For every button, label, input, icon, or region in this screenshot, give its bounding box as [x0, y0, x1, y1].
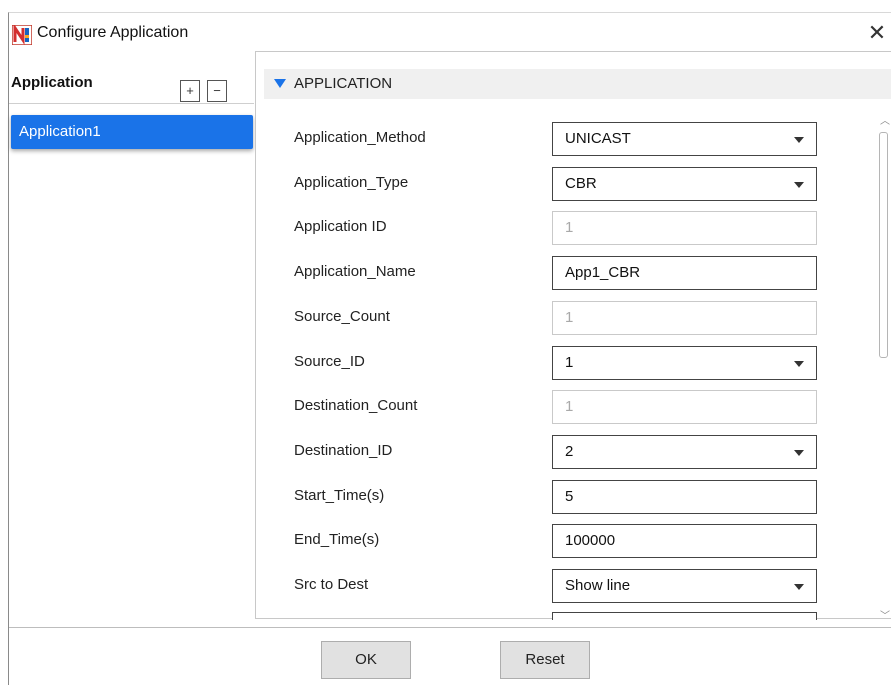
application-section-header[interactable]: APPLICATION — [264, 69, 891, 99]
source-id-value: 1 — [565, 354, 574, 371]
end-time-label: End_Time(s) — [294, 531, 380, 548]
divider — [9, 103, 254, 104]
scroll-down-arrow-icon[interactable]: ﹀ — [880, 607, 890, 622]
destination-id-value: 2 — [565, 443, 574, 460]
section-title: APPLICATION — [294, 75, 393, 92]
netsim-logo-icon — [12, 25, 32, 45]
window-title: Configure Application — [37, 24, 189, 41]
source-count-value: 1 — [565, 309, 574, 326]
destination-count-value: 1 — [565, 398, 574, 415]
application-list-item-label: Application1 — [19, 123, 101, 140]
plus-icon: + — [186, 83, 194, 98]
chevron-down-icon — [794, 450, 804, 456]
chevron-down-icon — [794, 361, 804, 367]
remove-application-button[interactable]: − — [207, 80, 227, 102]
application-id-label: Application ID — [294, 218, 387, 235]
end-time-value: 100000 — [565, 532, 616, 549]
configure-application-dialog: Configure Application ✕ Application + − … — [8, 12, 891, 685]
vertical-scrollbar[interactable]: ︿ ﹀ — [876, 102, 891, 622]
application-list-panel: Application + − Application1 — [9, 61, 254, 617]
application-id-value: 1 — [565, 219, 574, 236]
chevron-down-icon — [794, 584, 804, 590]
application-name-value: App1_CBR — [565, 264, 641, 281]
application-method-value: UNICAST — [565, 130, 631, 147]
title-bar: Configure Application ✕ — [9, 13, 891, 53]
next-field-partial[interactable] — [552, 612, 817, 620]
source-count-field: 1 — [552, 301, 817, 335]
destination-count-field: 1 — [552, 390, 817, 424]
src-to-dest-value: Show line — [565, 577, 631, 594]
close-button[interactable]: ✕ — [865, 20, 889, 46]
application-type-label: Application_Type — [294, 174, 409, 191]
application-name-input[interactable]: App1_CBR — [552, 256, 817, 290]
ok-button[interactable]: OK — [321, 641, 411, 679]
src-to-dest-dropdown[interactable]: Show line — [552, 569, 817, 603]
add-application-button[interactable]: + — [180, 80, 200, 102]
expand-triangle-icon — [274, 79, 286, 88]
application-type-dropdown[interactable]: CBR — [552, 167, 817, 201]
source-id-dropdown[interactable]: 1 — [552, 346, 817, 380]
chevron-down-icon — [794, 182, 804, 188]
footer-divider — [9, 627, 891, 628]
end-time-input[interactable]: 100000 — [552, 524, 817, 558]
chevron-down-icon — [794, 137, 804, 143]
start-time-value: 5 — [565, 488, 574, 505]
application-name-label: Application_Name — [294, 263, 416, 280]
destination-count-label: Destination_Count — [294, 397, 418, 414]
application-list-heading: Application — [11, 74, 93, 91]
properties-panel: APPLICATION Application_Method UNICAST A… — [255, 51, 891, 622]
source-count-label: Source_Count — [294, 308, 390, 325]
close-icon: ✕ — [867, 20, 887, 45]
application-list-item[interactable]: Application1 — [11, 115, 253, 149]
source-id-label: Source_ID — [294, 353, 365, 370]
start-time-input[interactable]: 5 — [552, 480, 817, 514]
destination-id-dropdown[interactable]: 2 — [552, 435, 817, 469]
start-time-label: Start_Time(s) — [294, 487, 385, 504]
application-method-label: Application_Method — [294, 129, 426, 146]
reset-button[interactable]: Reset — [500, 641, 590, 679]
application-method-dropdown[interactable]: UNICAST — [552, 122, 817, 156]
src-to-dest-label: Src to Dest — [294, 576, 369, 593]
minus-icon: − — [213, 83, 221, 98]
application-type-value: CBR — [565, 175, 597, 192]
application-id-field: 1 — [552, 211, 817, 245]
scrollbar-thumb[interactable] — [879, 132, 888, 358]
destination-id-label: Destination_ID — [294, 442, 393, 459]
scroll-up-arrow-icon[interactable]: ︿ — [880, 112, 890, 127]
